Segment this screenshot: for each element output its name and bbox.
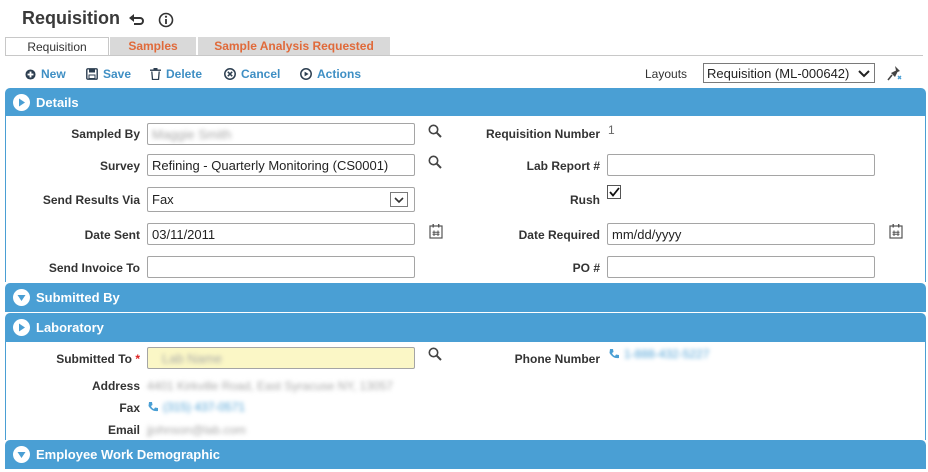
email-label: Email [107,423,140,437]
survey-value: Refining - Quarterly Monitoring (CS0001) [152,157,389,173]
collapse-arrow-icon [13,289,30,306]
layout-select[interactable]: Requisition (ML-000642) [703,63,875,83]
cancel-button[interactable]: Cancel [224,66,280,82]
phone-link[interactable]: 1-888-432-5227 [608,347,709,361]
save-button[interactable]: Save [86,66,131,82]
requisition-number-label: Requisition Number [485,127,600,141]
pin-icon[interactable] [886,64,904,82]
expand-arrow-icon [13,93,30,111]
chevron-down-icon [857,66,871,83]
employee-section-header[interactable]: Employee Work Demographic [5,440,926,469]
play-circle-icon [300,68,312,80]
send-invoice-field[interactable] [147,256,415,278]
delete-label: Delete [166,67,203,81]
calendar-icon[interactable] [888,223,904,239]
tab-samples[interactable]: Samples [110,37,196,55]
collapse-arrow-icon [13,446,30,463]
laboratory-title: Laboratory [36,320,104,335]
date-required-label: Date Required [518,228,600,242]
checkmark-icon [608,187,620,197]
rush-label: Rush [570,193,600,207]
submitted-to-field[interactable]: Lab Name [147,347,415,369]
new-label: New [41,67,66,81]
delete-button[interactable]: Delete [150,66,202,82]
fax-link[interactable]: (315) 437-0571 [147,400,245,414]
layout-select-value: Requisition (ML-000642) [707,65,850,81]
floppy-icon [86,68,98,80]
address-value: 4401 Kirkville Road, East Syracuse NY, 1… [147,379,393,393]
back-arrow-icon[interactable] [128,11,146,29]
date-sent-label: Date Sent [84,228,140,242]
trash-icon [150,68,161,80]
survey-field[interactable]: Refining - Quarterly Monitoring (CS0001) [147,154,415,176]
phone-label: Phone Number [514,352,600,366]
search-icon[interactable] [427,123,443,139]
fax-value: (315) 437-0571 [163,400,246,414]
required-asterisk: * [135,352,140,366]
submitted-to-label-text: Submitted To [56,352,132,366]
calendar-icon[interactable] [428,223,444,239]
laboratory-section-header[interactable]: Laboratory [5,313,926,342]
rush-checkbox[interactable] [607,185,621,199]
employee-title: Employee Work Demographic [36,447,220,462]
sampled-by-field[interactable]: Maggie Smith [147,123,415,145]
submitted-by-section-header[interactable]: Submitted By [5,283,926,312]
actions-label: Actions [317,67,362,81]
submitted-to-value: Lab Name [162,350,222,366]
tab-requisition[interactable]: Requisition [5,37,109,55]
submitted-by-title: Submitted By [36,290,120,305]
submitted-to-label: Submitted To * [20,352,140,366]
date-sent-value: 03/11/2011 [152,226,216,242]
requisition-number-value: 1 [608,123,615,137]
address-label: Address [91,379,140,393]
send-results-value: Fax [152,192,174,207]
send-results-label: Send Results Via [42,193,140,207]
search-icon[interactable] [427,154,443,170]
lab-report-field[interactable] [607,154,875,176]
chevron-down-icon [390,192,408,207]
details-section-header[interactable]: Details [5,88,926,116]
po-label: PO # [572,261,600,275]
search-icon[interactable] [427,346,443,362]
send-invoice-label: Send Invoice To [48,261,140,275]
new-button[interactable]: New [25,66,66,82]
page-title: Requisition [22,8,120,28]
phone-icon [148,402,158,412]
cancel-circle-icon [224,68,236,80]
cancel-label: Cancel [241,67,281,81]
phone-value: 1-888-432-5227 [624,347,710,361]
email-value: jjohnson@lab.com [147,423,246,437]
actions-button[interactable]: Actions [300,66,361,82]
info-icon[interactable] [157,11,175,29]
expand-arrow-icon [13,319,30,336]
po-field[interactable] [607,256,875,278]
tab-divider [5,55,923,56]
phone-icon [609,349,619,359]
plus-circle-icon [25,68,36,80]
fax-label: Fax [119,401,140,415]
save-label: Save [103,67,132,81]
date-required-field[interactable]: mm/dd/yyyy [607,223,875,245]
date-sent-field[interactable]: 03/11/2011 [147,223,415,245]
date-required-placeholder: mm/dd/yyyy [612,226,682,242]
layouts-label: Layouts [645,67,688,81]
details-title: Details [36,94,79,110]
sampled-by-value: Maggie Smith [152,126,232,142]
lab-report-label: Lab Report # [526,159,600,173]
tab-sample-analysis-requested[interactable]: Sample Analysis Requested [198,37,390,55]
sampled-by-label: Sampled By [71,127,140,141]
survey-label: Survey [99,159,140,173]
send-results-select[interactable]: Fax [147,187,415,212]
